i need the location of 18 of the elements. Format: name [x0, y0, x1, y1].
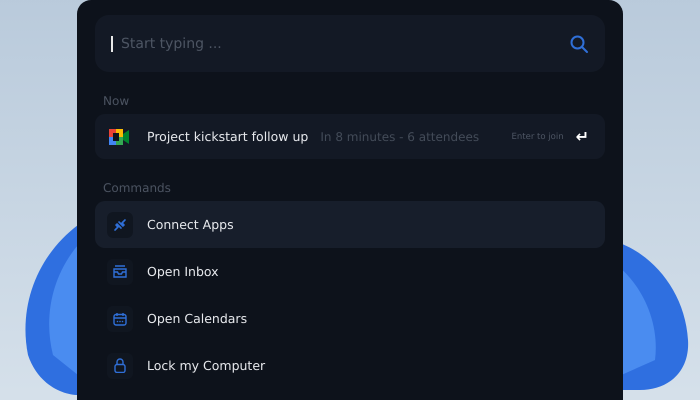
text-cursor — [111, 36, 113, 52]
inbox-icon — [113, 265, 127, 278]
command-item[interactable]: Connect Apps — [95, 201, 605, 248]
enter-key: ↵ — [576, 127, 589, 146]
section-heading: Commands — [103, 181, 172, 195]
search-bar[interactable]: Start typing ... — [95, 15, 605, 72]
enter-hint: Enter to join — [512, 132, 564, 142]
search-field[interactable]: Start typing ... — [119, 34, 569, 52]
search-icon[interactable] — [569, 34, 589, 54]
video-call-icon — [109, 128, 129, 144]
calendar-icon — [113, 312, 127, 326]
command-item[interactable]: Lock my Computer — [95, 342, 605, 389]
event-title: Project kickstart follow up — [147, 129, 308, 144]
command-item[interactable]: Open Calendars — [95, 295, 605, 342]
section-heading: Now — [103, 94, 130, 108]
lock-icon — [114, 358, 126, 373]
plug-icon — [113, 218, 127, 232]
command-item[interactable]: Open Inbox — [95, 248, 605, 295]
